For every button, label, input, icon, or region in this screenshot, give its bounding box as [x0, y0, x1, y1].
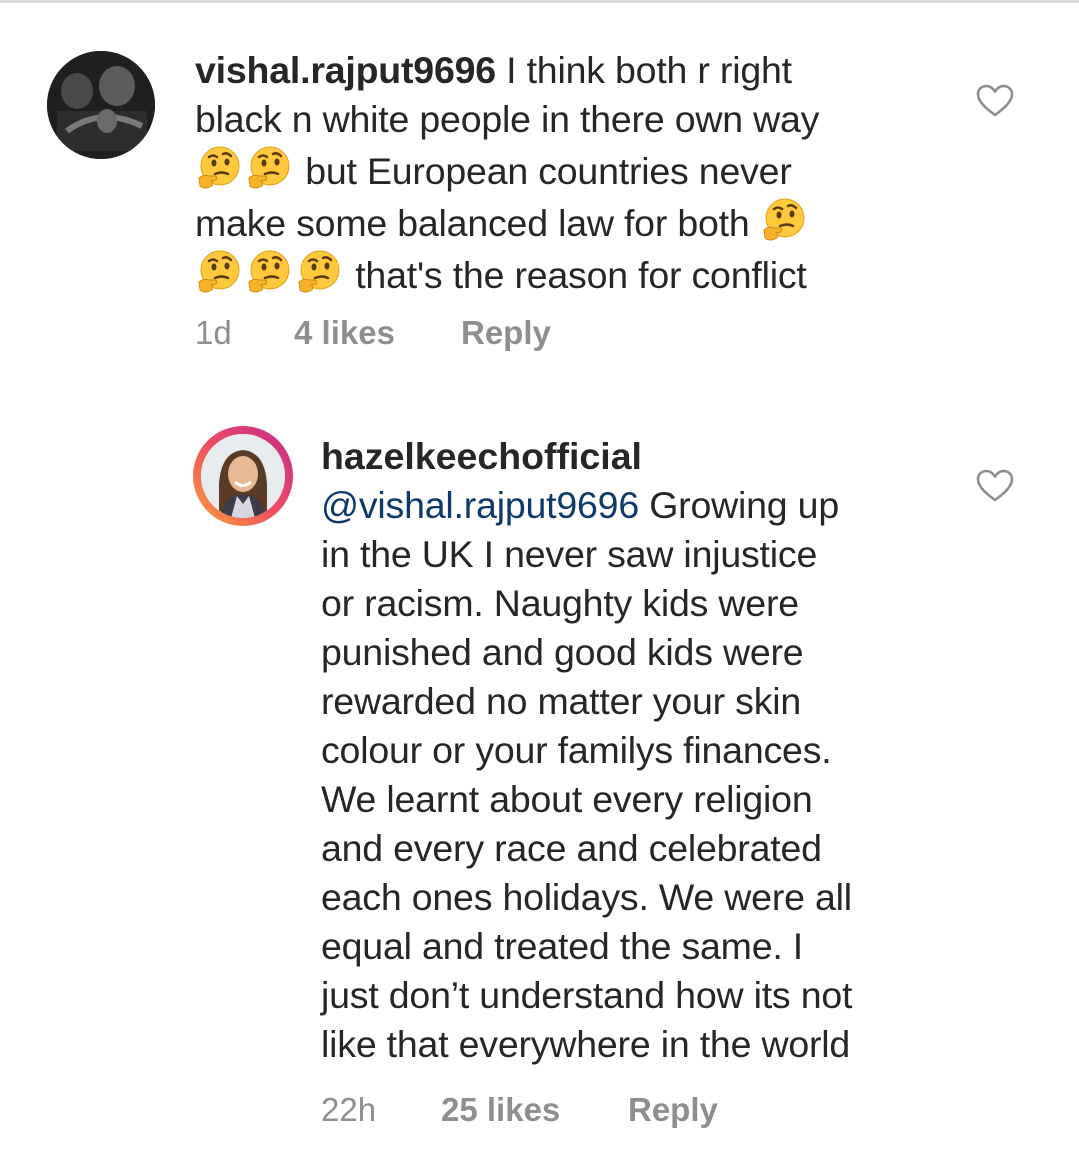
comment-line: but European countries never	[295, 150, 792, 192]
thinking-face-icon	[195, 248, 243, 296]
comment-line: and every race and celebrated	[321, 827, 822, 869]
comment-line: black n white people in there own way	[195, 98, 820, 140]
avatar[interactable]	[47, 51, 155, 159]
reply-button[interactable]: Reply	[461, 314, 551, 352]
comment-line: We learnt about every religion	[321, 778, 813, 820]
heart-outline-icon[interactable]	[976, 469, 1014, 503]
avatar	[201, 434, 285, 518]
comment-line: in the UK I never saw injustice	[321, 533, 818, 575]
top-divider	[0, 0, 1079, 3]
comment-line: I think both r right	[506, 49, 792, 91]
comment-line: make some balanced law for both	[195, 202, 760, 244]
thinking-face-icon	[245, 144, 293, 192]
comment-line: rewarded no matter your skin	[321, 680, 802, 722]
mention-link[interactable]: @vishal.rajput9696	[321, 484, 639, 526]
comment-username[interactable]: vishal.rajput9696	[195, 49, 496, 91]
comment-line: that's the reason for conflict	[345, 254, 807, 296]
heart-outline-icon[interactable]	[976, 84, 1014, 118]
comment-line: punished and good kids were	[321, 631, 804, 673]
thinking-face-icon	[195, 144, 243, 192]
thinking-face-icon	[295, 248, 343, 296]
comment-line: each ones holidays. We were all	[321, 876, 852, 918]
comment-line: just don’t understand how its not	[321, 974, 853, 1016]
avatar-story-ring[interactable]	[193, 426, 293, 526]
comment-line: equal and treated the same. I	[321, 925, 804, 967]
comment-time: 1d	[195, 314, 232, 351]
likes-count[interactable]: 25 likes	[441, 1091, 560, 1129]
comment-text: @vishal.rajput9696 Growing up in the UK …	[321, 481, 961, 1069]
comment-text: vishal.rajput9696 I think both r right b…	[195, 46, 915, 300]
thinking-face-icon	[245, 248, 293, 296]
comment-line: or racism. Naughty kids were	[321, 582, 799, 624]
reply-button[interactable]: Reply	[628, 1091, 718, 1129]
comment-line: colour or your familys finances.	[321, 729, 832, 771]
comment-line: Growing up	[649, 484, 839, 526]
thinking-face-icon	[760, 196, 808, 244]
likes-count[interactable]: 4 likes	[294, 314, 395, 352]
comment-line: like that everywhere in the world	[321, 1023, 851, 1065]
comment-username[interactable]: hazelkeechofficial	[321, 432, 642, 481]
comment-time: 22h	[321, 1091, 377, 1128]
